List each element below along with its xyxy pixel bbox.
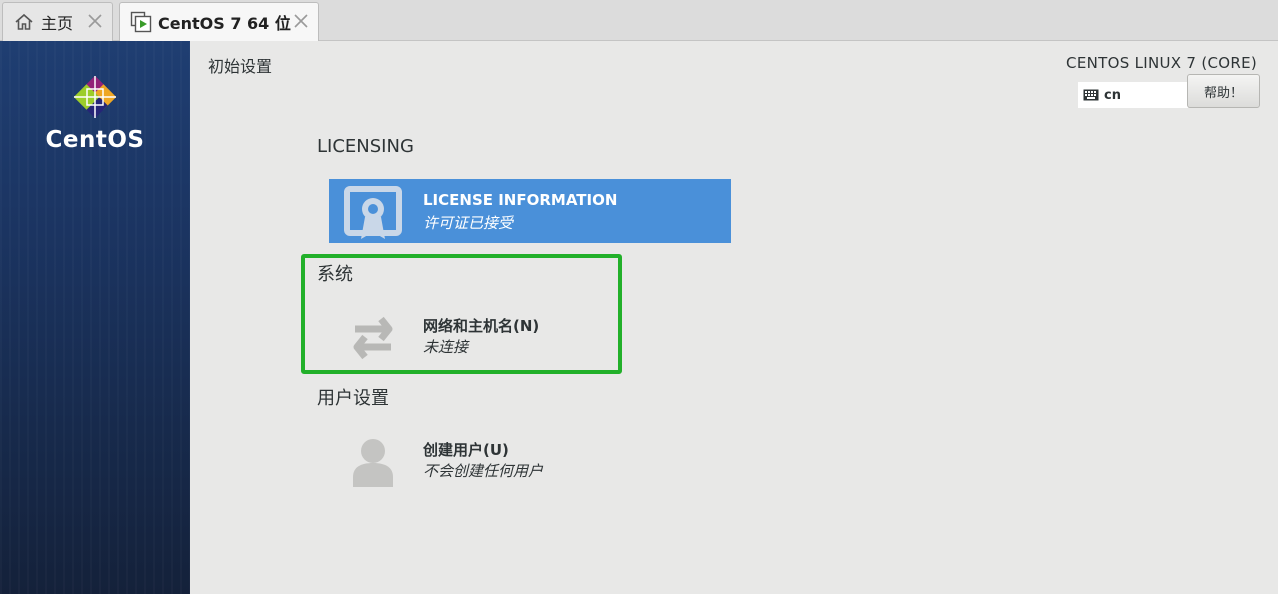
vm-icon bbox=[130, 11, 152, 33]
spoke-create-user[interactable]: 创建用户(U) 不会创建任何用户 bbox=[329, 427, 731, 491]
section-title-licensing: LICENSING bbox=[317, 136, 414, 157]
page-title: 初始设置 bbox=[208, 57, 273, 76]
main-panel: 初始设置 CENTOS LINUX 7 (CORE) cn 帮助！ LICENS… bbox=[190, 41, 1278, 594]
product-name: CENTOS LINUX 7 (CORE) bbox=[1066, 54, 1257, 72]
close-icon[interactable] bbox=[292, 12, 310, 30]
license-icon bbox=[344, 186, 402, 239]
spoke-title: LICENSE INFORMATION bbox=[423, 191, 618, 209]
tab-home[interactable]: 主页 bbox=[2, 2, 113, 41]
sidebar: CentOS bbox=[0, 41, 190, 594]
keyboard-icon bbox=[1083, 89, 1099, 101]
tab-vm-label: CentOS 7 64 位 bbox=[158, 14, 291, 33]
highlight-annotation-box bbox=[301, 254, 622, 374]
tab-bar: 主页 CentOS 7 64 位 bbox=[0, 0, 1278, 41]
home-icon bbox=[13, 11, 35, 33]
user-icon bbox=[353, 439, 393, 487]
spoke-status: 不会创建任何用户 bbox=[423, 462, 544, 480]
spoke-status: 许可证已接受 bbox=[423, 214, 514, 232]
sidebar-texture bbox=[0, 41, 190, 594]
help-button[interactable]: 帮助！ bbox=[1187, 74, 1260, 108]
tab-home-label: 主页 bbox=[41, 14, 74, 33]
tab-vm[interactable]: CentOS 7 64 位 bbox=[119, 2, 319, 41]
centos-logo-icon bbox=[73, 75, 117, 119]
keyboard-layout-indicator[interactable]: cn bbox=[1078, 82, 1188, 108]
centos-logo-text: CentOS bbox=[45, 127, 145, 153]
spoke-license-information[interactable]: LICENSE INFORMATION 许可证已接受 bbox=[329, 179, 731, 243]
keyboard-layout-label: cn bbox=[1104, 87, 1121, 103]
section-title-user-settings: 用户设置 bbox=[317, 388, 389, 409]
close-icon[interactable] bbox=[86, 12, 104, 30]
spoke-title: 创建用户(U) bbox=[423, 441, 509, 459]
